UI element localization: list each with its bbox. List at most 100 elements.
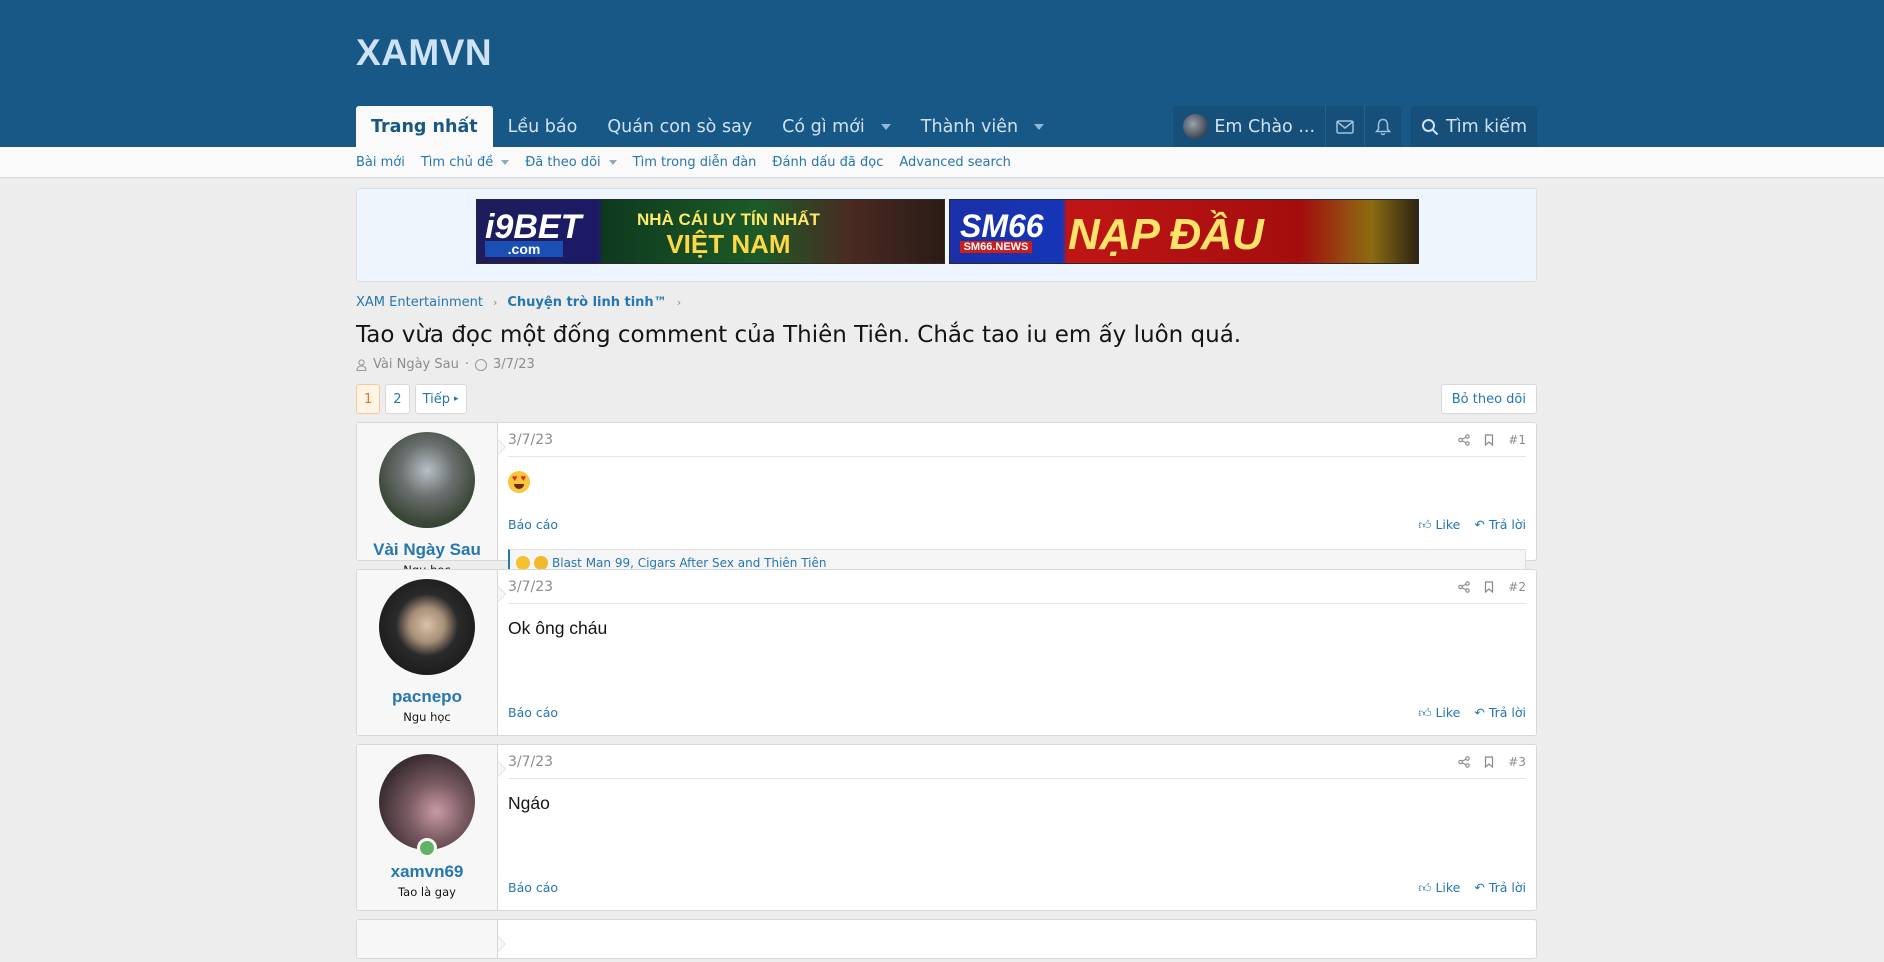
avatar (1183, 114, 1209, 139)
breadcrumb: XAM Entertainment › Chuyện trò linh tinh… (356, 294, 1537, 310)
username[interactable]: pacnepo (357, 687, 497, 707)
subnav-advanced-search[interactable]: Advanced search (899, 155, 1011, 170)
like-button[interactable]: 👍︎ Like (1418, 705, 1460, 721)
post-actions: 👍︎ Like ↶ Trả lời (1418, 517, 1526, 533)
tab-quan-con-so-say[interactable]: Quán con sò say (592, 106, 767, 147)
post-footer: Báo cáo 👍︎ Like ↶ Trả lời (508, 517, 1526, 533)
share-icon[interactable] (1458, 433, 1471, 446)
post-tools: #1 (1458, 433, 1526, 447)
reply-label: Trả lời (1488, 517, 1526, 532)
subnav-danh-dau-da-doc[interactable]: Đánh dấu đã đọc (772, 155, 883, 170)
ad-banner-sm66[interactable]: SM66SM66.NEWS NẠP ĐẦU +8880K (949, 199, 1419, 264)
username[interactable]: xamvn69 (357, 862, 497, 882)
chevron-down-icon[interactable] (1034, 123, 1045, 130)
search-label: Tìm kiếm (1446, 116, 1527, 137)
chevron-down-icon[interactable] (501, 159, 510, 165)
unfollow-button[interactable]: Bỏ theo dõi (1440, 384, 1537, 414)
post-header: 3/7/23 #2 (508, 570, 1526, 604)
reply-button[interactable]: ↶ Trả lời (1474, 880, 1526, 896)
breadcrumb-item[interactable]: Chuyện trò linh tinh™ (507, 295, 666, 310)
inbox-button[interactable] (1325, 106, 1364, 147)
tab-trang-nhat[interactable]: Trang nhất (356, 106, 493, 147)
meta-separator: · (464, 357, 469, 372)
breadcrumb-item[interactable]: XAM Entertainment (356, 295, 483, 310)
sub-nav: Bài mới Tìm chủ đề Đã theo dõi Tìm trong… (0, 147, 1884, 178)
ad-banner-i9bet[interactable]: i9BET .com NHÀ CÁI UY TÍN NHẤT VIỆT NAM (476, 199, 945, 264)
bookmark-icon[interactable] (1484, 580, 1494, 593)
thread-meta: Vài Ngày Sau · 3/7/23 (356, 357, 1537, 372)
chevron-down-icon[interactable] (880, 123, 891, 130)
post: pacnepo Ngu học 3/7/23 #2 Ok ông cháu Bá… (356, 569, 1537, 736)
bookmark-icon[interactable] (1484, 755, 1494, 768)
post-number[interactable]: #2 (1508, 580, 1526, 594)
post-header: 3/7/23 #3 (508, 745, 1526, 779)
post-user-cell: xamvn69 Tao là gay (357, 745, 506, 910)
reply-icon: ↶ (1474, 705, 1489, 720)
post-date[interactable]: 3/7/23 (508, 754, 553, 770)
post-date[interactable]: 3/7/23 (508, 432, 553, 448)
pager-row: 1 2 Tiếp ▸ Bỏ theo dõi (356, 384, 1537, 414)
user-icon (356, 358, 367, 371)
search-button[interactable]: Tìm kiếm (1411, 106, 1537, 147)
post-main (498, 920, 1536, 958)
subnav-bai-moi[interactable]: Bài mới (356, 155, 405, 170)
ad-brand-domain: SM66.NEWS (960, 241, 1032, 253)
avatar[interactable] (379, 432, 475, 528)
reply-button[interactable]: ↶ Trả lời (1474, 705, 1526, 721)
bookmark-icon[interactable] (1484, 433, 1494, 446)
username[interactable]: Vài Ngày Sau (357, 540, 497, 560)
page-title: Tao vừa đọc một đống comment của Thiên T… (356, 322, 1242, 348)
share-icon[interactable] (1458, 580, 1471, 593)
subnav-tim-trong-dien-dan[interactable]: Tìm trong diễn đàn (633, 155, 757, 170)
reply-button[interactable]: ↶ Trả lời (1474, 517, 1526, 533)
post-date[interactable]: 3/7/23 (508, 579, 553, 595)
page-link[interactable]: 1 (356, 384, 381, 414)
account-menu[interactable]: Em Chào ... (1173, 106, 1325, 147)
report-link[interactable]: Báo cáo (508, 880, 558, 896)
reply-label: Trả lời (1488, 880, 1526, 895)
report-link[interactable]: Báo cáo (508, 517, 558, 533)
subnav-tim-chu-de[interactable]: Tìm chủ đề (420, 154, 510, 170)
post-number[interactable]: #3 (1508, 755, 1526, 769)
caret-right-icon: ▸ (453, 394, 459, 404)
online-status-icon (417, 838, 437, 858)
subnav-label: Tìm chủ đề (420, 154, 494, 170)
tab-label: Quán con sò say (607, 116, 753, 137)
post-number[interactable]: #1 (1508, 433, 1526, 447)
subnav-da-theo-doi[interactable]: Đã theo dõi (525, 155, 617, 170)
pagination: 1 2 Tiếp ▸ (356, 384, 1537, 414)
tab-thanh-vien[interactable]: Thành viên (906, 106, 1059, 147)
post-footer: Báo cáo 👍︎ Like ↶ Trả lời (508, 880, 1526, 896)
like-button[interactable]: 👍︎ Like (1418, 517, 1460, 533)
post-main: 3/7/23 #2 Ok ông cháu Báo cáo 👍︎ Like ↶ … (498, 570, 1536, 735)
tab-label: Có gì mới (782, 116, 865, 137)
avatar[interactable] (379, 579, 475, 675)
next-page-button[interactable]: Tiếp ▸ (414, 384, 467, 414)
tab-co-gi-moi[interactable]: Có gì mới (767, 106, 906, 147)
page-link[interactable]: 2 (385, 384, 410, 414)
share-icon[interactable] (1458, 755, 1471, 768)
wow-reaction-icon (534, 556, 548, 570)
chevron-down-icon[interactable] (608, 159, 617, 165)
post-main: 3/7/23 #1 Báo cáo 👍︎ Like ↶ Trả lời (498, 423, 1536, 577)
site-logo[interactable]: XAMVN (356, 32, 492, 74)
like-button[interactable]: 👍︎ Like (1418, 880, 1460, 896)
post-header: 3/7/23 #1 (508, 423, 1526, 457)
user-title: Ngu học (403, 710, 451, 724)
thread-author[interactable]: Vài Ngày Sau (373, 357, 459, 372)
post-body: Ngáo (508, 793, 550, 813)
like-label: Like (1435, 880, 1461, 895)
alerts-button[interactable] (1364, 106, 1401, 147)
envelope-icon (1336, 119, 1354, 134)
ad-brand: SM66 SM66.NEWS (960, 208, 1044, 253)
main-nav: Trang nhất Lều báo Quán con sò say Có gì… (356, 106, 1059, 147)
thread-date[interactable]: 3/7/23 (493, 357, 535, 372)
post-tools: #3 (1458, 755, 1526, 769)
like-label: Like (1435, 517, 1461, 532)
avatar[interactable] (379, 754, 475, 858)
reactions-text: Blast Man 99, Cigars After Sex and Thiên… (552, 556, 827, 570)
tab-leu-bao[interactable]: Lều báo (493, 106, 593, 147)
clock-icon (474, 358, 487, 371)
user-nav: Em Chào ... Tìm kiếm (1173, 106, 1537, 147)
report-link[interactable]: Báo cáo (508, 705, 558, 721)
